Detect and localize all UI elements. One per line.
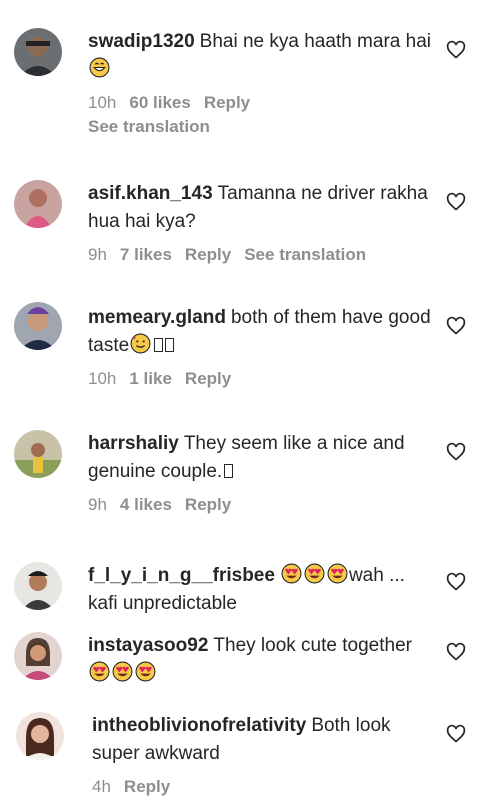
missing-glyph-icon	[154, 338, 164, 352]
comment-text: memeary.gland both of them have good tast…	[88, 304, 438, 360]
avatar[interactable]	[14, 562, 62, 610]
heart-eyes-emoji-icon	[304, 563, 325, 584]
reply-button[interactable]: Reply	[185, 245, 231, 264]
comment-username[interactable]: swadip1320	[88, 31, 195, 52]
heart-outline-icon[interactable]	[446, 442, 466, 462]
comment-text: instayasoo92 They look cute together	[88, 632, 438, 688]
reply-button[interactable]: Reply	[124, 777, 170, 796]
comment-username[interactable]: intheoblivionofrelativity	[92, 715, 306, 736]
comment-message: Bhai ne kya haath mara hai	[199, 31, 431, 52]
comment-time: 4h	[92, 777, 111, 796]
heart-eyes-emoji-icon	[135, 661, 156, 682]
heart-eyes-emoji-icon	[281, 563, 302, 584]
heart-outline-icon[interactable]	[446, 192, 466, 212]
comment-username[interactable]: instayasoo92	[88, 635, 208, 656]
comment-time: 10h	[88, 93, 117, 112]
missing-glyph-icon	[165, 338, 175, 352]
avatar[interactable]	[14, 632, 62, 680]
comment-message: They look cute together	[213, 635, 412, 656]
comment-body: intheoblivionofrelativity Both look super…	[92, 712, 442, 798]
comment-meta: 10h 1 like Reply	[88, 368, 438, 390]
avatar[interactable]	[14, 180, 62, 228]
heart-outline-icon[interactable]	[446, 316, 466, 336]
comment-time: 9h	[88, 245, 107, 264]
comment-meta: 4h Reply	[92, 776, 442, 798]
comment-meta: 9h 4 likes Reply	[88, 494, 438, 516]
heart-eyes-emoji-icon	[89, 661, 110, 682]
comment-text: f_l_y_i_n_g__frisbee wah ... kafi unpredi…	[88, 562, 438, 618]
see-translation-link[interactable]: See translation	[88, 116, 438, 138]
comment-likes[interactable]: 60 likes	[129, 93, 190, 112]
comment-likes[interactable]: 1 like	[129, 369, 172, 388]
heart-eyes-emoji-icon	[327, 563, 348, 584]
avatar[interactable]	[14, 430, 62, 478]
avatar[interactable]	[16, 712, 64, 760]
comment-text: harrshaliy They seem like a nice and genu…	[88, 430, 438, 486]
comment-text: intheoblivionofrelativity Both look super…	[92, 712, 442, 768]
comment-time: 9h	[88, 495, 107, 514]
comment-likes[interactable]: 4 likes	[120, 495, 172, 514]
heart-outline-icon[interactable]	[446, 724, 466, 744]
comment-body: memeary.gland both of them have good tast…	[88, 304, 438, 390]
comment-username[interactable]: memeary.gland	[88, 307, 226, 328]
reply-button[interactable]: Reply	[185, 369, 231, 388]
avatar[interactable]	[14, 302, 62, 350]
comment-username[interactable]: f_l_y_i_n_g__frisbee	[88, 565, 275, 586]
comment-body: harrshaliy They seem like a nice and genu…	[88, 430, 438, 516]
reply-button[interactable]: Reply	[185, 495, 231, 514]
heart-outline-icon[interactable]	[446, 572, 466, 592]
comment-time: 10h	[88, 369, 117, 388]
heart-outline-icon[interactable]	[446, 40, 466, 60]
comment-text: swadip1320 Bhai ne kya haath mara hai	[88, 28, 438, 84]
reply-button[interactable]: Reply	[204, 93, 250, 112]
comment-meta: 10h 60 likes Reply	[88, 92, 438, 114]
comment-likes[interactable]: 7 likes	[120, 245, 172, 264]
comment-body: swadip1320 Bhai ne kya haath mara hai 10h…	[88, 28, 438, 138]
grin-emoji-icon	[89, 57, 110, 78]
heart-outline-icon[interactable]	[446, 642, 466, 662]
comment-body: instayasoo92 They look cute together	[88, 632, 438, 688]
avatar[interactable]	[14, 28, 62, 76]
comment-username[interactable]: harrshaliy	[88, 433, 179, 454]
missing-glyph-icon	[224, 464, 234, 478]
comment-text: asif.khan_143 Tamanna ne driver rakha hua…	[88, 180, 438, 236]
heart-eyes-emoji-icon	[112, 661, 133, 682]
comment-meta: 9h 7 likes Reply See translation	[88, 244, 438, 266]
comment-body: asif.khan_143 Tamanna ne driver rakha hua…	[88, 180, 438, 266]
comment-body: f_l_y_i_n_g__frisbee wah ... kafi unpredi…	[88, 562, 438, 618]
comment-username[interactable]: asif.khan_143	[88, 183, 213, 204]
see-translation-link[interactable]: See translation	[244, 245, 366, 264]
smiling-hearts-emoji-icon	[130, 333, 151, 354]
